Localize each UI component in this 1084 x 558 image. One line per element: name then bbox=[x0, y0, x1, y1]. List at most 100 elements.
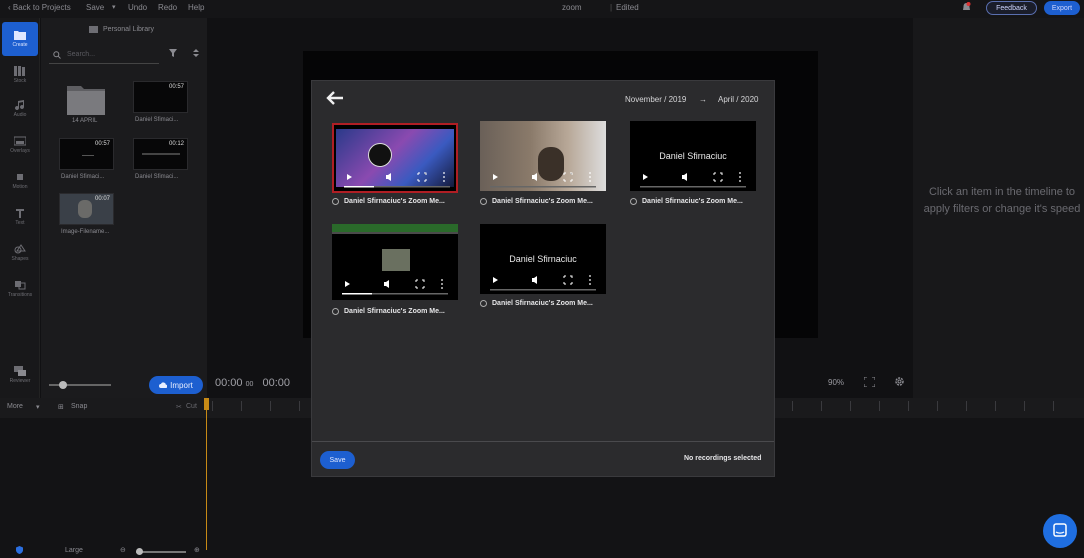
library-item-thumbnail[interactable]: 00:12 bbox=[133, 138, 188, 170]
library-item-label: Image-Filename... bbox=[61, 229, 110, 235]
rail-item-audio[interactable]: Audio bbox=[0, 92, 40, 126]
recording-thumbnail[interactable] bbox=[480, 121, 606, 191]
overlay-icon bbox=[14, 136, 26, 146]
recording-item[interactable]: Daniel Sfirnaciuc's Zoom Me... bbox=[480, 198, 593, 205]
zoom-in-icon[interactable]: ⊕ bbox=[194, 546, 200, 554]
zoom-out-icon[interactable]: ⊖ bbox=[120, 546, 126, 554]
edit-status: Edited bbox=[616, 3, 639, 12]
stock-icon bbox=[14, 66, 25, 76]
snap-icon[interactable]: ⊞ bbox=[58, 403, 64, 411]
transitions-icon bbox=[15, 281, 26, 290]
top-bar: ‹ Back to Projects Save ▾ Undo Redo Help… bbox=[0, 0, 1084, 18]
help-button[interactable]: Help bbox=[188, 3, 204, 12]
search-icon bbox=[53, 50, 61, 59]
save-button[interactable]: Save bbox=[320, 451, 355, 469]
current-time: 00:00 bbox=[215, 377, 243, 389]
properties-hint: Click an item in the timeline to apply f… bbox=[923, 186, 1081, 215]
participant-name: Daniel Sfirnaciuc bbox=[509, 254, 577, 264]
fullscreen-icon[interactable] bbox=[863, 376, 876, 389]
rail-item-stock[interactable]: Stock bbox=[0, 58, 40, 92]
tool-rail: Create Stock Audio Overlays Motion Text … bbox=[0, 18, 40, 398]
recording-item[interactable]: Daniel Sfirnaciuc's Zoom Me... bbox=[332, 198, 445, 205]
folder-icon bbox=[67, 86, 105, 115]
total-time: 00:00 bbox=[262, 377, 290, 389]
chat-support-button[interactable] bbox=[1043, 514, 1077, 548]
zoom-recordings-dialog: November / 2019 → April / 2020 Daniel Sf… bbox=[311, 80, 775, 477]
import-button[interactable]: Import bbox=[149, 376, 203, 394]
recording-checkbox[interactable] bbox=[332, 308, 339, 315]
export-button[interactable]: Export bbox=[1044, 1, 1080, 15]
rail-item-overlays[interactable]: Overlays bbox=[0, 128, 40, 162]
library-icon bbox=[89, 26, 98, 33]
undo-button[interactable]: Undo bbox=[128, 3, 147, 12]
shield-icon bbox=[16, 546, 23, 556]
playhead[interactable] bbox=[206, 398, 207, 550]
video-controls bbox=[480, 169, 606, 191]
chevron-down-icon[interactable]: ▾ bbox=[36, 403, 40, 411]
folder-thumbnail[interactable] bbox=[67, 83, 105, 115]
library-item-label: Daniel Sfimaci... bbox=[61, 174, 105, 180]
timeline-zoom-slider[interactable] bbox=[136, 548, 186, 555]
video-controls bbox=[480, 272, 606, 294]
rail-item-transitions[interactable]: Transitions bbox=[0, 272, 40, 306]
recording-thumbnail[interactable] bbox=[332, 224, 458, 300]
library-item-thumbnail[interactable]: 00:57 bbox=[133, 81, 188, 113]
arrow-right-icon: → bbox=[699, 95, 707, 104]
library-item-thumbnail[interactable]: 00:57 bbox=[59, 138, 114, 170]
recording-thumbnail[interactable]: Daniel Sfirnaciuc bbox=[630, 121, 756, 191]
cloud-upload-icon bbox=[159, 382, 168, 388]
rail-item-create[interactable]: Create bbox=[2, 22, 38, 56]
motion-icon bbox=[17, 174, 23, 180]
recording-checkbox[interactable] bbox=[480, 198, 487, 205]
shapes-icon bbox=[14, 244, 26, 254]
recording-checkbox[interactable] bbox=[332, 198, 339, 205]
participant-name: Daniel Sfirnaciuc bbox=[659, 151, 727, 161]
thumbnail-size-slider[interactable] bbox=[49, 381, 111, 389]
music-icon bbox=[15, 100, 25, 110]
video-controls bbox=[334, 169, 456, 191]
search-field[interactable]: Search... bbox=[49, 46, 159, 64]
recording-item[interactable]: Daniel Sfirnaciuc's Zoom Me... bbox=[630, 198, 743, 205]
project-name[interactable]: zoom bbox=[562, 3, 582, 12]
zoom-level[interactable]: 90% bbox=[828, 378, 844, 387]
track-size-select[interactable]: Large bbox=[65, 547, 83, 554]
chat-icon bbox=[1053, 523, 1067, 537]
redo-button[interactable]: Redo bbox=[158, 3, 177, 12]
library-title: Personal Library bbox=[103, 26, 154, 33]
recording-item[interactable]: Daniel Sfirnaciuc's Zoom Me... bbox=[480, 300, 593, 307]
rail-item-shapes[interactable]: Shapes bbox=[0, 236, 40, 270]
cut-icon[interactable]: ✂ bbox=[176, 403, 182, 411]
library-item-label: Daniel Sfimaci... bbox=[135, 117, 179, 123]
snap-toggle[interactable]: Snap bbox=[71, 403, 87, 410]
playhead-handle[interactable] bbox=[204, 398, 209, 410]
recording-checkbox[interactable] bbox=[630, 198, 637, 205]
video-controls bbox=[630, 169, 756, 191]
notification-icon[interactable] bbox=[962, 2, 971, 13]
video-controls bbox=[332, 278, 458, 300]
filter-icon[interactable] bbox=[169, 49, 177, 59]
more-menu[interactable]: More bbox=[7, 403, 23, 410]
back-to-projects-link[interactable]: ‹ Back to Projects bbox=[8, 3, 71, 12]
search-input[interactable]: Search... bbox=[67, 51, 95, 58]
library-item-thumbnail[interactable]: 00:07 bbox=[59, 193, 114, 225]
sort-icon[interactable] bbox=[193, 49, 199, 59]
back-arrow-icon[interactable] bbox=[326, 91, 344, 107]
recording-thumbnail[interactable] bbox=[332, 123, 458, 193]
date-range-from[interactable]: November / 2019 bbox=[625, 95, 686, 104]
save-menu[interactable]: Save bbox=[86, 3, 104, 12]
rail-item-motion[interactable]: Motion bbox=[0, 164, 40, 198]
text-icon bbox=[16, 209, 24, 218]
rail-item-text[interactable]: Text bbox=[0, 200, 40, 234]
recording-item[interactable]: Daniel Sfirnaciuc's Zoom Me... bbox=[332, 308, 445, 315]
chevron-down-icon[interactable]: ▾ bbox=[112, 3, 116, 11]
cut-button[interactable]: Cut bbox=[186, 403, 197, 410]
footer-divider bbox=[312, 441, 774, 442]
date-range-to[interactable]: April / 2020 bbox=[718, 95, 758, 104]
library-item-label: 14 APRIL bbox=[72, 118, 98, 124]
rail-item-reviewer[interactable]: Reviewer bbox=[0, 358, 40, 392]
recording-checkbox[interactable] bbox=[480, 300, 487, 307]
settings-gear-icon[interactable] bbox=[894, 376, 905, 389]
recording-thumbnail[interactable]: Daniel Sfirnaciuc bbox=[480, 224, 606, 294]
folder-icon bbox=[14, 31, 26, 40]
feedback-button[interactable]: Feedback bbox=[986, 1, 1037, 15]
